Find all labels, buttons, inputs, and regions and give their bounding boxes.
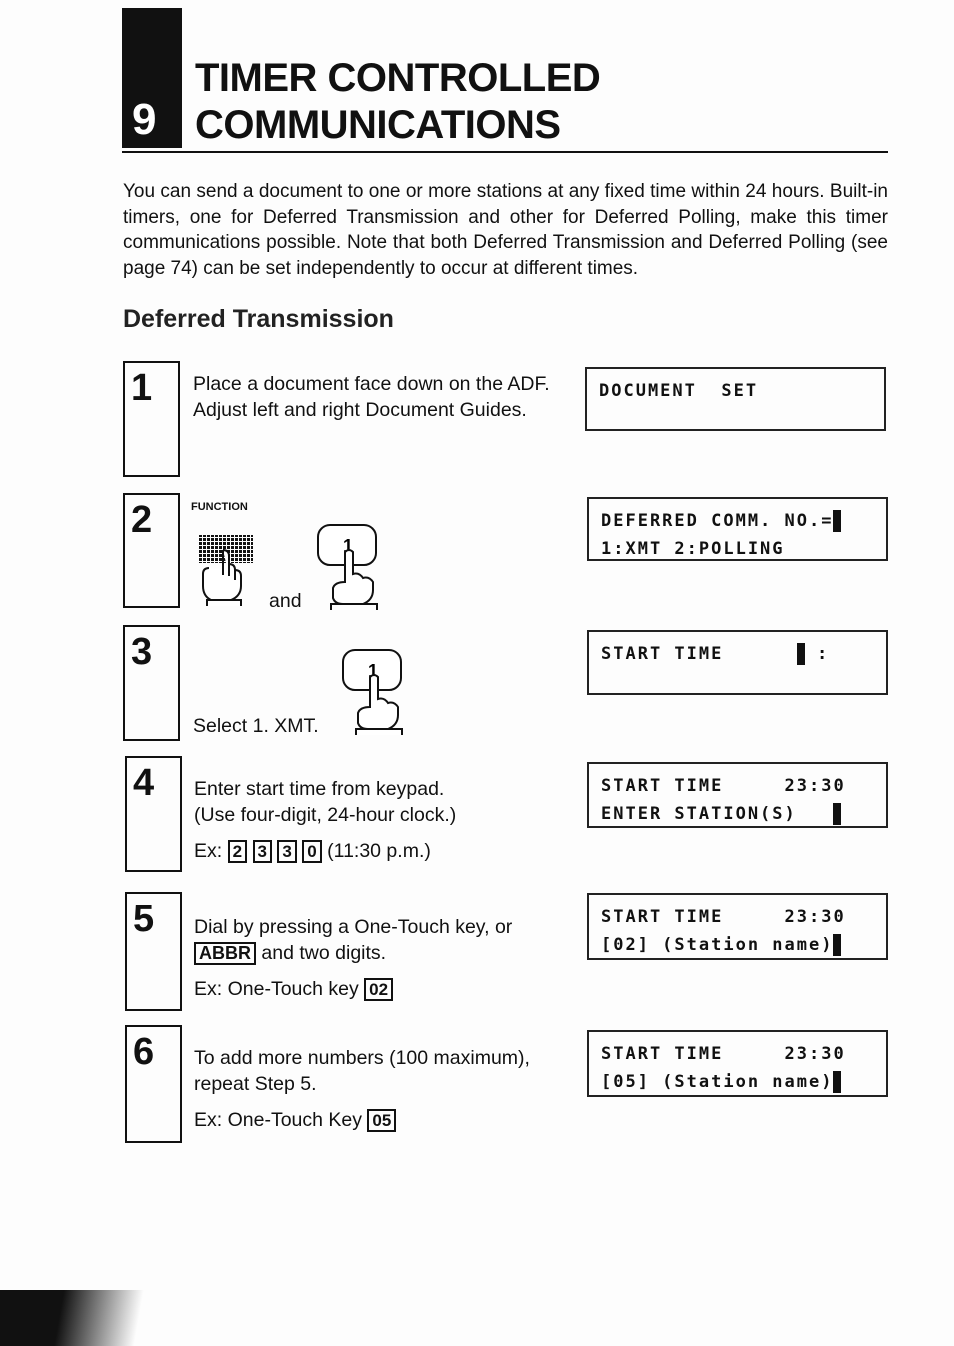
step-4-example: Ex: 2 3 3 0 (11:30 p.m.): [194, 838, 456, 864]
ex-label: Ex:: [194, 840, 223, 862]
scan-edge-shadow: [0, 1290, 150, 1346]
step-4-text: Enter start time from keypad. (Use four-…: [194, 776, 456, 864]
lcd-line-2: [05] (Station name): [601, 1072, 834, 1092]
step-6-line-2: repeat Step 5.: [194, 1073, 317, 1095]
lcd-line-1: START TIME 23:30: [601, 907, 846, 927]
step-3-text: Select 1. XMT.: [193, 715, 319, 737]
step-number: 5: [133, 898, 155, 940]
line-text: and two digits.: [261, 942, 387, 964]
step-5-example: Ex: One-Touch key 02: [194, 976, 512, 1002]
title-line-2: COMMUNICATIONS: [195, 103, 561, 147]
keypad-key: 0: [302, 840, 322, 863]
step-4-line-1: Enter start time from keypad.: [194, 778, 445, 800]
step-number: 1: [131, 367, 153, 409]
lcd-line-1: DOCUMENT SET: [599, 381, 759, 401]
ex-label: Ex: One-Touch key: [194, 978, 359, 1000]
ex-note: (11:30 p.m.): [327, 840, 431, 862]
cursor-block: [833, 934, 842, 956]
keypad-key: 3: [277, 840, 297, 863]
lcd-display-1: DOCUMENT SET: [585, 367, 886, 431]
lcd-line-1: START TIME 23:30: [601, 776, 846, 796]
step-number: 6: [133, 1031, 155, 1073]
key-1-press-icon: 1: [317, 524, 378, 610]
step-5-line-1: Dial by pressing a One-Touch key, or: [194, 916, 513, 938]
lcd-line-1: DEFERRED COMM. NO.=: [601, 511, 834, 531]
function-key-press-icon: [198, 535, 253, 606]
lcd-display-5: START TIME 23:30 [02] (Station name): [587, 893, 888, 960]
lcd-display-4: START TIME 23:30 ENTER STATION(S): [587, 762, 888, 828]
cursor-block: [833, 510, 842, 532]
key-1-press-icon: 1: [342, 649, 403, 735]
lcd-line-1: START TIME: [601, 644, 797, 664]
step-3-box: 3: [123, 625, 180, 741]
abbr-key: ABBR: [194, 942, 256, 965]
lcd-line-2: ENTER STATION(S): [601, 804, 834, 824]
lcd-display-3: START TIME :: [587, 630, 888, 695]
lcd-line-2: 1:XMT 2:POLLING: [601, 539, 785, 559]
lcd-display-6: START TIME 23:30 [05] (Station name): [587, 1030, 888, 1097]
step-1-line-2: Adjust left and right Document Guides.: [193, 399, 527, 421]
one-touch-key: 02: [364, 978, 394, 1001]
lcd-line-1: START TIME 23:30: [601, 1044, 846, 1064]
cursor-block: [833, 1071, 842, 1093]
title-rule: [122, 151, 888, 153]
step-1-line-1: Place a document face down on the ADF.: [193, 373, 550, 395]
and-label: and: [269, 590, 302, 612]
intro-paragraph: You can send a document to one or more s…: [123, 181, 888, 279]
step-1-box: 1: [123, 361, 180, 477]
cursor-block: [833, 803, 842, 825]
lcd-display-2: DEFERRED COMM. NO.= 1:XMT 2:POLLING: [587, 497, 888, 561]
step-4-box: 4: [125, 756, 182, 872]
function-label: FUNCTION: [191, 501, 248, 513]
section-heading: Deferred Transmission: [123, 305, 394, 333]
lcd-colon: :: [804, 644, 830, 664]
title-line-1: TIMER CONTROLLED: [195, 56, 601, 100]
step-6-line-1: To add more numbers (100 maximum),: [194, 1047, 530, 1069]
cursor-block: [796, 643, 805, 665]
step-6-text: To add more numbers (100 maximum), repea…: [194, 1045, 530, 1133]
step-2-box: 2: [123, 493, 180, 608]
manual-page: 9 TIMER CONTROLLED COMMUNICATIONS You ca…: [0, 0, 954, 1346]
chapter-number: 9: [132, 95, 157, 144]
keypad-key: 2: [227, 840, 248, 863]
step-number: 2: [131, 499, 153, 541]
step-5-line-2: ABBR and two digits.: [194, 940, 512, 966]
step-5-text: Dial by pressing a One-Touch key, or ABB…: [194, 914, 512, 1002]
keypad-key: 3: [252, 840, 272, 863]
step-4-line-2: (Use four-digit, 24-hour clock.): [194, 804, 457, 826]
step-number: 3: [131, 631, 153, 673]
step-6-example: Ex: One-Touch Key 05: [194, 1107, 530, 1133]
step-6-box: 6: [125, 1025, 182, 1143]
ex-label: Ex: One-Touch Key: [194, 1109, 362, 1131]
step-5-box: 5: [125, 892, 182, 1011]
lcd-line-2: [02] (Station name): [601, 935, 834, 955]
step-number: 4: [133, 762, 155, 804]
one-touch-key: 05: [367, 1109, 397, 1132]
step-1-text: Place a document face down on the ADF. A…: [193, 371, 550, 423]
